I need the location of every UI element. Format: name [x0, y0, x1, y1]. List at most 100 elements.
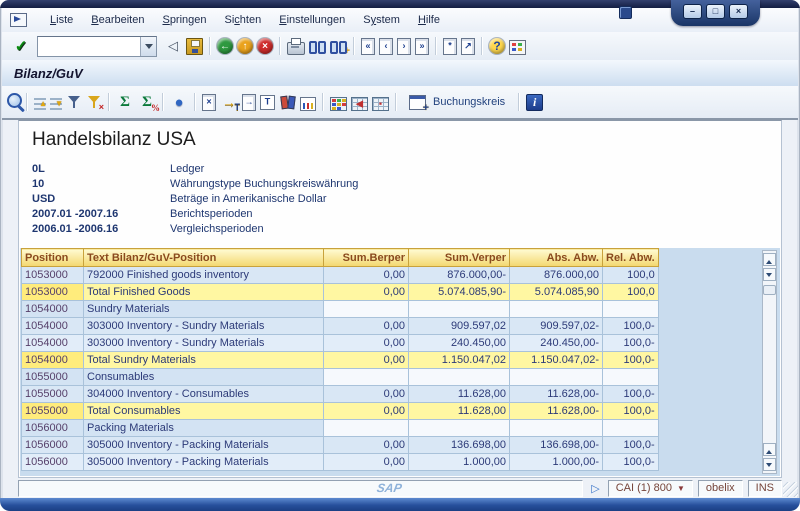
table-row[interactable]: 1056000305000 Inventory - Packing Materi…	[22, 437, 659, 454]
table-row[interactable]: 1055000304000 Inventory - Consumables0,0…	[22, 386, 659, 403]
cell-sum-berper[interactable]: 0,00	[324, 267, 409, 284]
buchungskreis-button[interactable]: +Buchungskreis	[403, 93, 512, 112]
cell-sum-berper[interactable]	[324, 301, 409, 318]
subtotal-icon[interactable]: Σ%	[138, 93, 156, 111]
cell-position[interactable]: 1054000	[22, 301, 84, 318]
cell-sum-berper[interactable]: 0,00	[324, 335, 409, 352]
cell-abs-abw[interactable]	[510, 420, 603, 437]
cell-sum-verper[interactable]: 5.074.085,90-	[409, 284, 510, 301]
insert-view-icon[interactable]: ◀	[351, 97, 368, 111]
cell-position[interactable]: 1056000	[22, 420, 84, 437]
cell-position[interactable]: 1054000	[22, 335, 84, 352]
status-message-field[interactable]: SAP	[18, 480, 583, 497]
menu-sichten[interactable]: Sichten	[216, 11, 271, 29]
minimize-button[interactable]: –	[683, 4, 702, 19]
cell-sum-berper[interactable]: 0,00	[324, 352, 409, 369]
column-header-5[interactable]: Rel. Abw.	[603, 249, 659, 267]
cell-abs-abw[interactable]: 1.150.047,02-	[510, 352, 603, 369]
table-row[interactable]: 1056000305000 Inventory - Packing Materi…	[22, 454, 659, 471]
table-row[interactable]: 1055000Total Consumables0,0011.628,0011.…	[22, 403, 659, 420]
exit-icon[interactable]: ↑	[237, 38, 253, 54]
cell-text[interactable]: 305000 Inventory - Packing Materials	[84, 437, 324, 454]
cell-text[interactable]: 304000 Inventory - Consumables	[84, 386, 324, 403]
word-processing-icon[interactable]: →T	[220, 93, 238, 111]
cell-rel-abw[interactable]: 100,0-	[603, 403, 659, 420]
cell-rel-abw[interactable]: 100,0-	[603, 454, 659, 471]
menu-einstellungen[interactable]: Einstellungen	[270, 11, 354, 29]
cell-sum-berper[interactable]: 0,00	[324, 437, 409, 454]
cell-sum-verper[interactable]: 240.450,00	[409, 335, 510, 352]
menu-liste[interactable]: Liste	[41, 11, 82, 29]
cell-sum-verper[interactable]: 1.000,00	[409, 454, 510, 471]
cell-sum-verper[interactable]: 11.628,00	[409, 403, 510, 420]
set-filter-icon[interactable]	[66, 94, 82, 110]
column-header-1[interactable]: Text Bilanz/GuV-Position	[84, 249, 324, 267]
cell-abs-abw[interactable]: 5.074.085,90	[510, 284, 603, 301]
command-collapse-icon[interactable]: ◁	[164, 37, 182, 55]
delete-filter-icon[interactable]: ×	[86, 94, 102, 110]
scroll-up-button[interactable]	[763, 253, 776, 266]
column-header-2[interactable]: Sum.Berper	[324, 249, 409, 267]
office-icon[interactable]	[279, 95, 296, 110]
cell-sum-berper[interactable]: 0,00	[324, 454, 409, 471]
back-icon[interactable]: ←	[217, 38, 233, 54]
table-row[interactable]: 1053000792000 Finished goods inventory0,…	[22, 267, 659, 284]
cell-abs-abw[interactable]: 876.000,00	[510, 267, 603, 284]
cell-sum-verper[interactable]	[409, 420, 510, 437]
scrollbar-thumb[interactable]	[763, 285, 776, 295]
cell-sum-berper[interactable]	[324, 369, 409, 386]
save-view-icon[interactable]: ▪	[372, 97, 389, 111]
cell-text[interactable]: Sundry Materials	[84, 301, 324, 318]
previous-page-icon[interactable]: ‹	[379, 38, 393, 55]
cell-position[interactable]: 1055000	[22, 369, 84, 386]
table-row[interactable]: 1054000303000 Inventory - Sundry Materia…	[22, 318, 659, 335]
cell-position[interactable]: 1055000	[22, 403, 84, 420]
cell-position[interactable]: 1056000	[22, 454, 84, 471]
resize-grip[interactable]	[783, 482, 798, 497]
sort-ascending-icon[interactable]: ▲	[34, 98, 46, 110]
drilldown-icon[interactable]: ●	[170, 93, 188, 111]
system-dropdown-icon[interactable]: ▼	[677, 481, 685, 496]
cell-sum-verper[interactable]: 1.150.047,02	[409, 352, 510, 369]
close-button[interactable]: ×	[729, 4, 748, 19]
cell-rel-abw[interactable]: 100,0-	[603, 335, 659, 352]
cell-abs-abw[interactable]: 909.597,02-	[510, 318, 603, 335]
cell-rel-abw[interactable]	[603, 369, 659, 386]
cell-sum-berper[interactable]: 0,00	[324, 386, 409, 403]
last-page-icon[interactable]: »	[415, 38, 429, 55]
next-page-icon[interactable]: ›	[397, 38, 411, 55]
cell-sum-berper[interactable]: 0,00	[324, 318, 409, 335]
info-icon[interactable]: i	[526, 94, 543, 111]
send-mail-icon[interactable]: →	[242, 94, 256, 111]
find-icon[interactable]	[309, 39, 326, 54]
cell-abs-abw[interactable]	[510, 301, 603, 318]
maximize-button[interactable]: □	[706, 4, 725, 19]
scroll-down-button[interactable]	[763, 268, 776, 281]
sort-descending-icon[interactable]: ▼	[50, 98, 62, 110]
cell-sum-berper[interactable]: 0,00	[324, 403, 409, 420]
cell-abs-abw[interactable]: 240.450,00-	[510, 335, 603, 352]
cell-text[interactable]: 303000 Inventory - Sundry Materials	[84, 318, 324, 335]
command-field-dropdown-icon[interactable]	[140, 37, 156, 56]
menu-springen[interactable]: Springen	[153, 11, 215, 29]
cell-abs-abw[interactable]: 11.628,00-	[510, 403, 603, 420]
cell-abs-abw[interactable]: 1.000,00-	[510, 454, 603, 471]
customize-layout-icon[interactable]	[509, 40, 526, 55]
cell-rel-abw[interactable]: 100,0-	[603, 386, 659, 403]
menu-bearbeiten[interactable]: Bearbeiten	[82, 11, 153, 29]
cell-text[interactable]: Total Sundry Materials	[84, 352, 324, 369]
total-icon[interactable]: Σ	[116, 93, 134, 111]
cell-position[interactable]: 1053000	[22, 284, 84, 301]
cell-rel-abw[interactable]: 100,0	[603, 284, 659, 301]
cell-abs-abw[interactable]	[510, 369, 603, 386]
cell-text[interactable]: 303000 Inventory - Sundry Materials	[84, 335, 324, 352]
column-header-4[interactable]: Abs. Abw.	[510, 249, 603, 267]
table-row[interactable]: 1053000Total Finished Goods0,005.074.085…	[22, 284, 659, 301]
cell-rel-abw[interactable]: 100,0-	[603, 318, 659, 335]
alv-grid-icon[interactable]	[330, 97, 347, 111]
cell-sum-verper[interactable]: 11.628,00	[409, 386, 510, 403]
new-session-icon[interactable]: *	[443, 38, 457, 55]
create-shortcut-icon[interactable]: ↗	[461, 38, 475, 55]
status-expand-icon[interactable]: ▷	[588, 482, 602, 495]
cell-text[interactable]: Packing Materials	[84, 420, 324, 437]
